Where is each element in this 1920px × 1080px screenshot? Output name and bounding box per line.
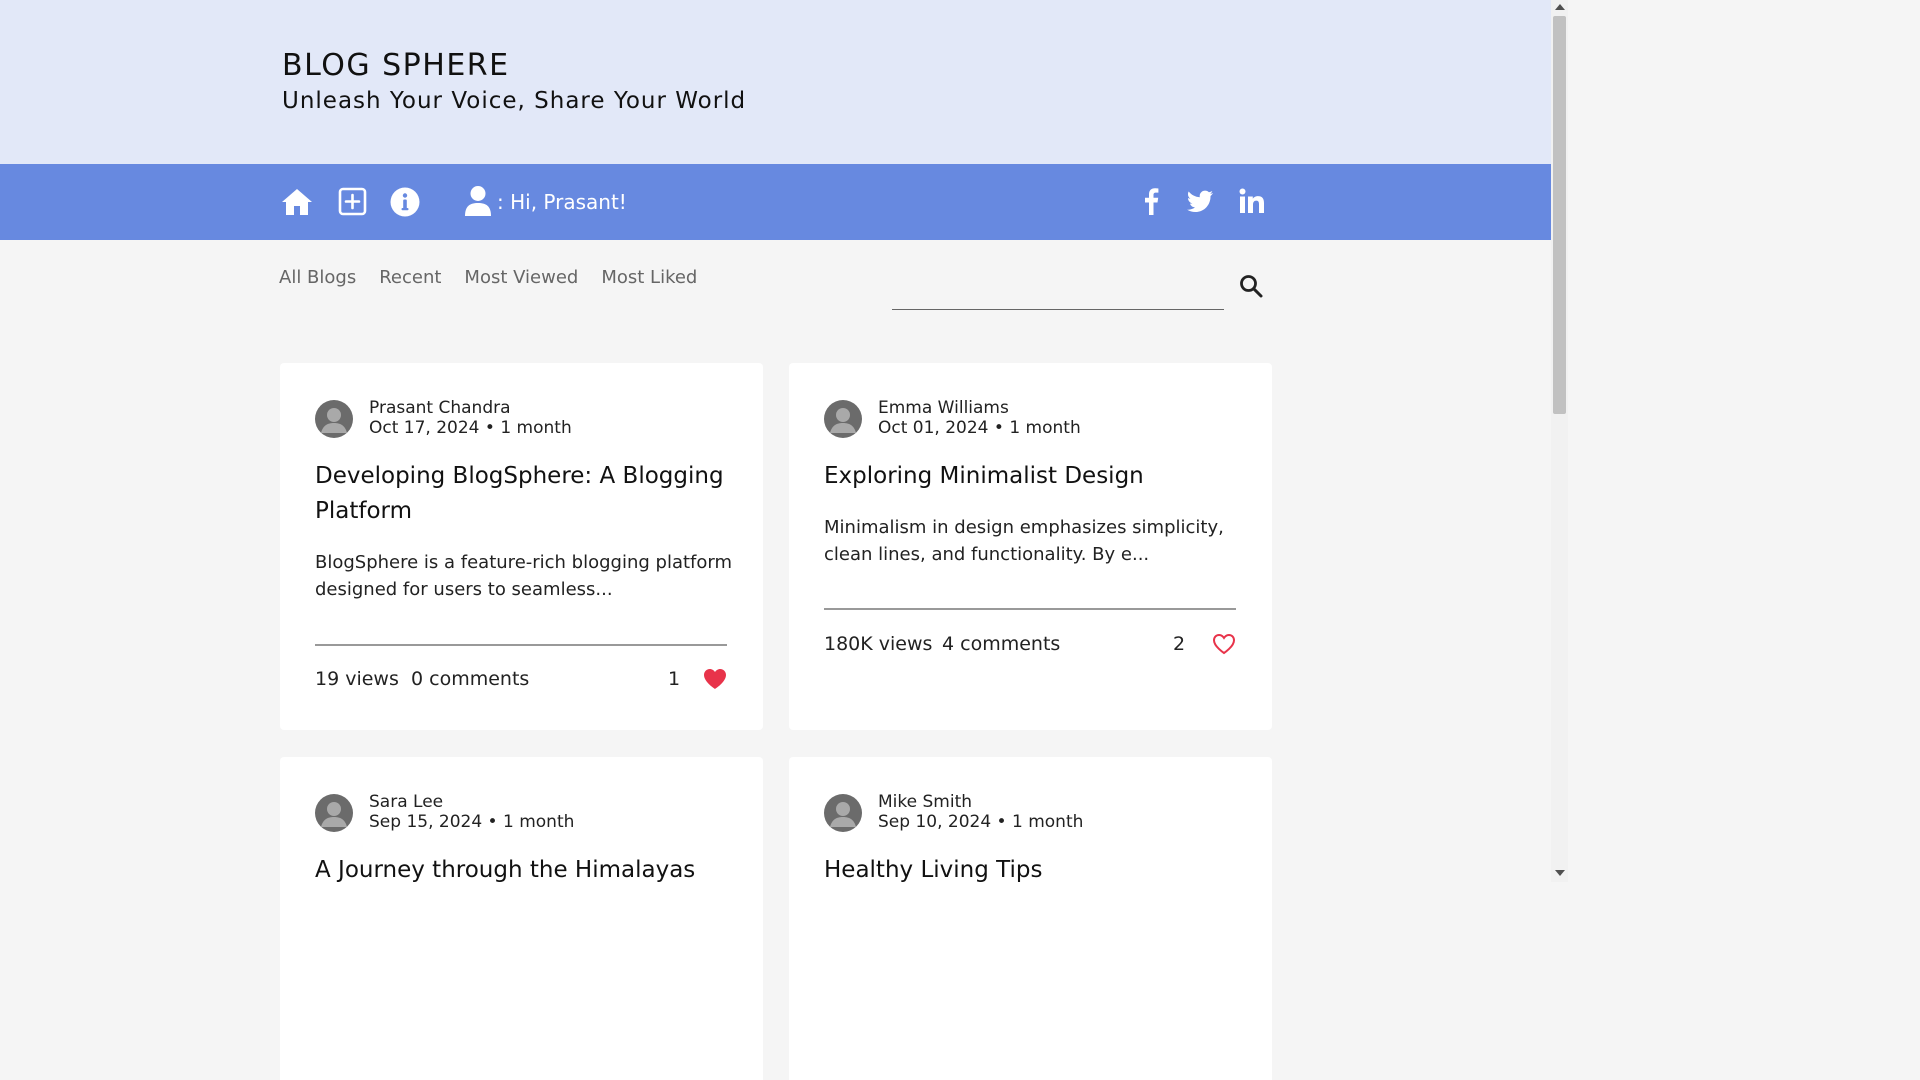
tab-all-blogs[interactable]: All Blogs [279,267,356,288]
post-card[interactable]: Mike Smith Sep 10, 2024 • 1 month Health… [789,757,1272,1080]
post-comments[interactable]: 0 comments [411,668,529,690]
post-title[interactable]: Healthy Living Tips [824,853,1244,888]
post-author[interactable]: Mike Smith [878,792,972,812]
user-icon[interactable] [463,185,493,217]
post-excerpt: Minimalism in design emphasizes simplici… [824,517,1224,565]
post-title[interactable]: A Journey through the Himalayas [315,853,735,888]
post-comments[interactable]: 4 comments [942,633,1060,655]
post-author[interactable]: Prasant Chandra [369,398,511,418]
search-icon[interactable] [1238,273,1264,299]
card-divider [824,608,1236,610]
heart-outline-icon[interactable] [1212,633,1236,655]
post-card[interactable]: Sara Lee Sep 15, 2024 • 1 month A Journe… [280,757,763,1080]
avatar [315,794,353,832]
site-header: BLOG SPHERE Unleash Your Voice, Share Yo… [0,0,1551,164]
facebook-icon[interactable] [1136,186,1166,216]
user-greeting: : Hi, Prasant! [497,190,627,214]
heart-filled-icon[interactable] [703,668,727,690]
post-excerpt: BlogSphere is a feature-rich blogging pl… [315,552,733,600]
post-date: Sep 15, 2024 • 1 month [369,812,575,832]
avatar [824,794,862,832]
twitter-icon[interactable] [1185,186,1215,216]
scroll-up-arrow-icon[interactable] [1555,4,1565,10]
scroll-down-arrow-icon[interactable] [1555,870,1565,876]
avatar [315,400,353,438]
like-count: 2 [1173,633,1186,655]
card-divider [315,644,727,646]
home-icon[interactable] [280,185,314,219]
post-author[interactable]: Emma Williams [878,398,1009,418]
post-card[interactable]: Emma Williams Oct 01, 2024 • 1 month Exp… [789,363,1272,730]
post-title[interactable]: Developing BlogSphere: A Blogging Platfo… [315,459,735,529]
navbar [0,164,1551,240]
tab-recent[interactable]: Recent [379,267,441,288]
site-title: BLOG SPHERE [282,48,510,83]
add-post-icon[interactable] [336,185,370,219]
tab-most-liked[interactable]: Most Liked [601,267,697,288]
site-tagline: Unleash Your Voice, Share Your World [282,88,747,114]
tab-most-viewed[interactable]: Most Viewed [464,267,578,288]
filter-tabs: All Blogs Recent Most Viewed Most Liked [279,267,697,288]
like-count: 1 [668,668,681,690]
linkedin-icon[interactable] [1237,186,1267,216]
post-card[interactable]: Prasant Chandra Oct 17, 2024 • 1 month D… [280,363,763,730]
scrollbar-thumb[interactable] [1553,16,1566,414]
post-title[interactable]: Exploring Minimalist Design [824,459,1244,494]
post-views: 19 views [315,668,399,690]
post-views: 180K views [824,633,933,655]
avatar [824,400,862,438]
post-author[interactable]: Sara Lee [369,792,443,812]
post-date: Sep 10, 2024 • 1 month [878,812,1084,832]
post-date: Oct 01, 2024 • 1 month [878,418,1081,438]
search-input[interactable] [892,272,1224,310]
info-icon[interactable] [388,185,422,219]
post-date: Oct 17, 2024 • 1 month [369,418,572,438]
